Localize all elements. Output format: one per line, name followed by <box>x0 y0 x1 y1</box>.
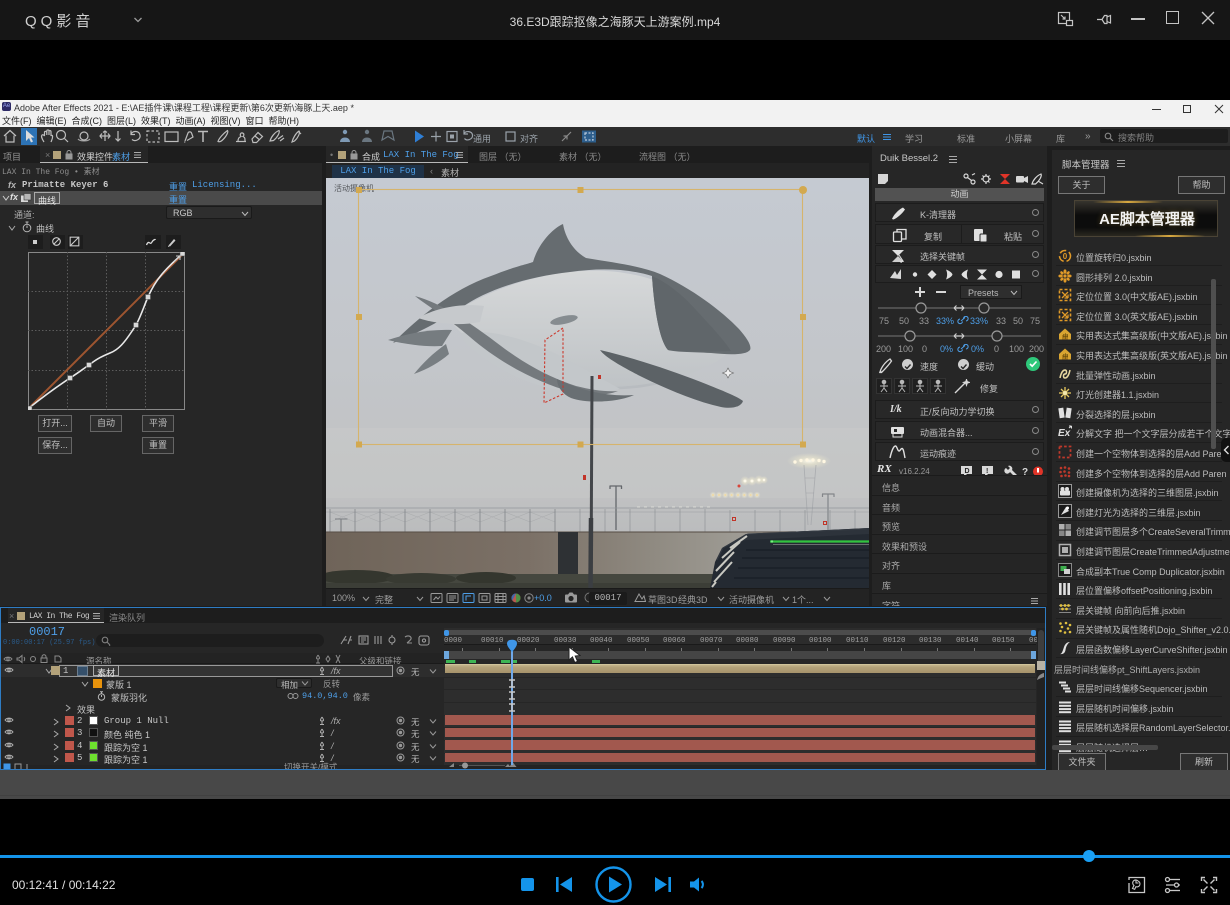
svg-text:D: D <box>965 468 970 475</box>
svg-text:中: 中 <box>1063 333 1069 341</box>
svg-text:0: 0 <box>1063 252 1068 261</box>
svg-text:!: ! <box>986 468 988 475</box>
svg-text:活动摄像机: 活动摄像机 <box>334 183 374 193</box>
svg-text:Ex: Ex <box>1058 428 1071 439</box>
svg-text:中: 中 <box>1063 353 1069 361</box>
